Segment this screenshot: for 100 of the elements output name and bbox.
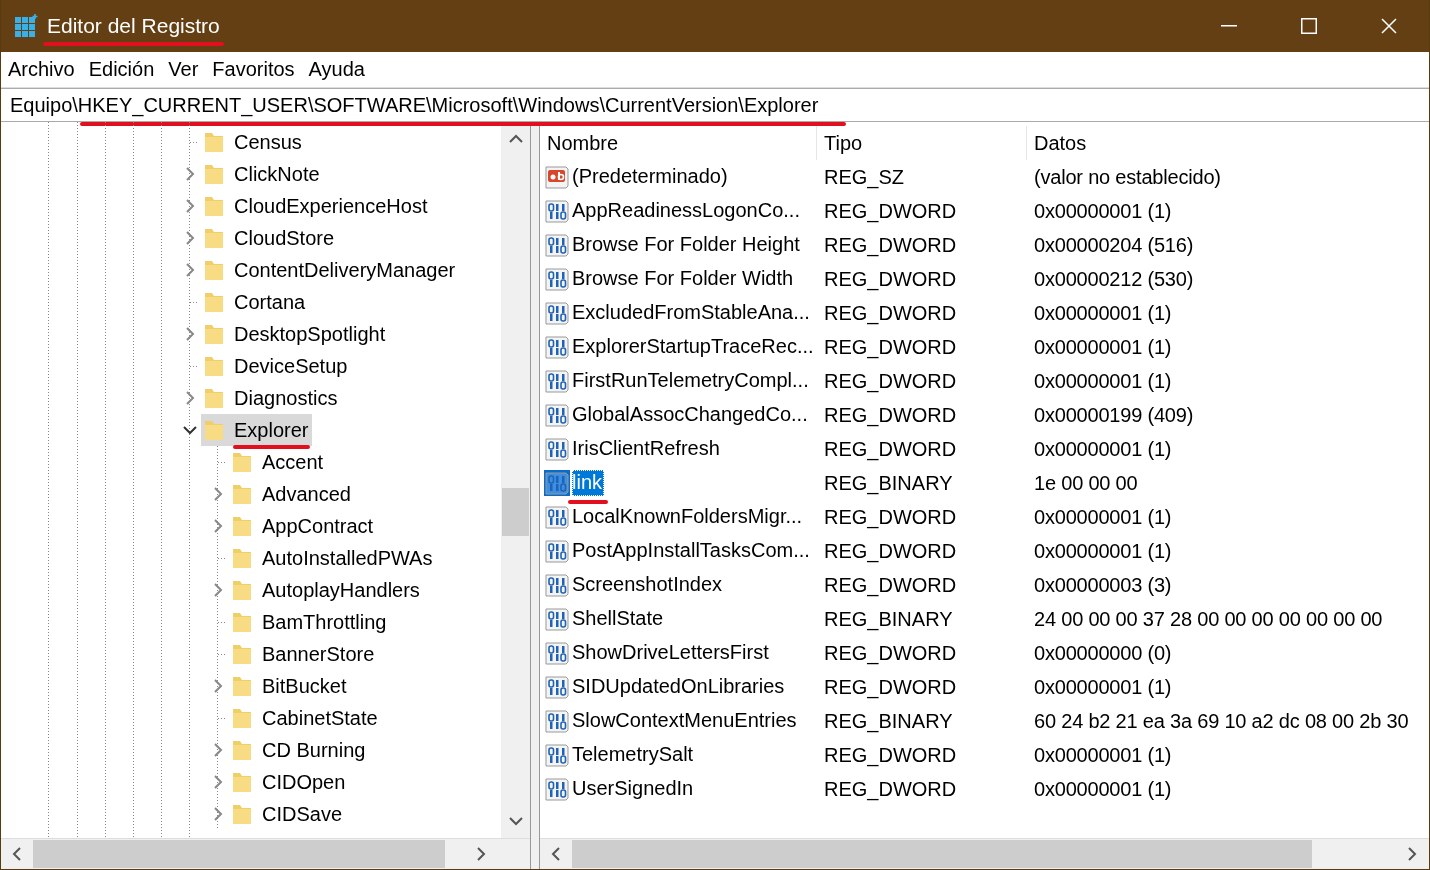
value-data: 0x00000001 (1) xyxy=(1033,199,1173,223)
value-data: 0x00000000 (0) xyxy=(1033,641,1173,665)
folder-icon xyxy=(204,162,224,186)
value-name[interactable]: ExcludedFromStableAna... xyxy=(572,300,812,326)
tree-item[interactable]: Cortana xyxy=(201,286,310,318)
value-name[interactable]: Browse For Folder Height xyxy=(572,232,802,258)
folder-icon xyxy=(204,194,224,218)
value-type: REG_DWORD xyxy=(823,437,958,461)
binary-value-icon xyxy=(544,402,570,428)
folder-icon xyxy=(232,514,252,538)
tree-item[interactable]: CloudExperienceHost xyxy=(201,190,432,222)
tree-item[interactable]: BitBucket xyxy=(229,670,351,702)
scrollbar-thumb[interactable] xyxy=(502,488,529,536)
value-name[interactable]: TelemetrySalt xyxy=(572,742,696,768)
maximize-icon xyxy=(1301,18,1317,34)
tree-item[interactable]: AppContract xyxy=(229,510,378,542)
value-name[interactable]: ExplorerStartupTraceRec... xyxy=(572,334,816,360)
value-data: 0x00000001 (1) xyxy=(1033,539,1173,563)
value-type: REG_DWORD xyxy=(823,233,958,257)
scrollbar-thumb[interactable] xyxy=(572,840,1312,868)
binary-value-icon xyxy=(544,198,570,224)
tree-item[interactable]: CIDSave xyxy=(229,798,347,830)
tree-item[interactable]: DesktopSpotlight xyxy=(201,318,390,350)
binary-value-icon xyxy=(544,266,570,292)
value-name[interactable]: IrisClientRefresh xyxy=(572,436,722,462)
value-name[interactable]: LocalKnownFoldersMigr... xyxy=(572,504,805,530)
value-name[interactable]: UserSignedIn xyxy=(572,776,696,802)
tree-item[interactable]: ClickNote xyxy=(201,158,324,190)
binary-value-icon xyxy=(544,470,570,496)
tree-item[interactable]: Advanced xyxy=(229,478,355,510)
tree-item[interactable]: CIDOpen xyxy=(229,766,350,798)
tree-item[interactable]: BannerStore xyxy=(229,638,379,670)
value-type: REG_DWORD xyxy=(823,573,958,597)
tree-item[interactable]: AutoInstalledPWAs xyxy=(229,542,437,574)
binary-value-icon xyxy=(544,674,570,700)
tree-item[interactable]: BamThrottling xyxy=(229,606,391,638)
folder-icon xyxy=(204,226,224,250)
value-name[interactable]: AppReadinessLogonCo... xyxy=(572,198,802,224)
folder-icon xyxy=(232,642,252,666)
binary-value-icon xyxy=(544,300,570,326)
value-name[interactable]: Browse For Folder Width xyxy=(572,266,796,292)
binary-value-icon xyxy=(544,572,570,598)
menu-item[interactable]: Ayuda xyxy=(301,52,372,87)
tree-item[interactable]: Accent xyxy=(229,446,328,478)
tree-item[interactable]: ContentDeliveryManager xyxy=(201,254,460,286)
tree-item[interactable]: AutoplayHandlers xyxy=(229,574,424,606)
horizontal-scrollbar[interactable] xyxy=(540,838,1429,869)
tree-item[interactable]: CD Burning xyxy=(229,734,370,766)
value-type: REG_BINARY xyxy=(823,471,954,495)
menu-item[interactable]: Favoritos xyxy=(205,52,302,87)
value-name[interactable]: ShellState xyxy=(572,606,666,632)
horizontal-scrollbar[interactable] xyxy=(1,838,530,869)
value-name[interactable]: SIDUpdatedOnLibraries xyxy=(572,674,787,700)
value-data: 0x00000001 (1) xyxy=(1033,437,1173,461)
value-name[interactable]: PostAppInstallTasksCom... xyxy=(572,538,812,564)
value-name[interactable]: FirstRunTelemetryCompl... xyxy=(572,368,811,394)
column-header[interactable]: Tipo xyxy=(817,126,1027,160)
binary-value-icon xyxy=(544,232,570,258)
value-type: REG_DWORD xyxy=(823,403,958,427)
folder-icon xyxy=(232,450,252,474)
value-data: 0x00000001 (1) xyxy=(1033,369,1173,393)
folder-icon xyxy=(204,322,224,346)
value-name[interactable]: ScreenshotIndex xyxy=(572,572,725,598)
value-data: 0x00000001 (1) xyxy=(1033,335,1173,359)
folder-icon xyxy=(232,770,252,794)
value-data: 60 24 b2 21 ea 3a 69 10 a2 dc 08 00 2b 30 xyxy=(1033,709,1410,733)
value-name[interactable]: GlobalAssocChangedCo... xyxy=(572,402,810,428)
binary-value-icon xyxy=(544,640,570,666)
menu-item[interactable]: Ver xyxy=(161,52,206,87)
value-name[interactable]: ShowDriveLettersFirst xyxy=(572,640,771,666)
folder-icon xyxy=(232,706,252,730)
address-field[interactable]: Equipo\HKEY_CURRENT_USER\SOFTWARE\Microsoft\Windows\CurrentVersion\Explorer xyxy=(1,88,1429,122)
value-name[interactable]: link xyxy=(572,470,604,496)
value-data: 0x00000003 (3) xyxy=(1033,573,1173,597)
tree-item[interactable]: Explorer xyxy=(201,414,313,446)
binary-value-icon xyxy=(544,708,570,734)
tree-item[interactable]: Diagnostics xyxy=(201,382,342,414)
value-type: REG_DWORD xyxy=(823,743,958,767)
value-data: 0x00000001 (1) xyxy=(1033,505,1173,529)
column-header[interactable]: Nombre xyxy=(540,126,817,160)
value-type: REG_DWORD xyxy=(823,199,958,223)
menu-item[interactable]: Edición xyxy=(81,52,162,87)
close-icon xyxy=(1381,18,1397,34)
value-type: REG_DWORD xyxy=(823,267,958,291)
value-data: 24 00 00 00 37 28 00 00 00 00 00 00 00 xyxy=(1033,607,1384,631)
tree-item[interactable]: Census xyxy=(201,126,306,158)
menu-item[interactable]: Archivo xyxy=(1,52,82,87)
binary-value-icon xyxy=(544,776,570,802)
folder-icon xyxy=(232,674,252,698)
value-name[interactable]: (Predeterminado) xyxy=(572,164,730,190)
tree-item[interactable]: CloudStore xyxy=(201,222,339,254)
binary-value-icon xyxy=(544,368,570,394)
value-name[interactable]: SlowContextMenuEntries xyxy=(572,708,799,734)
folder-icon xyxy=(204,130,224,154)
tree-item[interactable]: CabinetState xyxy=(229,702,382,734)
scrollbar-thumb[interactable] xyxy=(33,840,445,868)
column-header[interactable]: Datos xyxy=(1027,126,1429,160)
value-type: REG_DWORD xyxy=(823,777,958,801)
value-data: 0x00000212 (530) xyxy=(1033,267,1195,291)
tree-item[interactable]: DeviceSetup xyxy=(201,350,352,382)
